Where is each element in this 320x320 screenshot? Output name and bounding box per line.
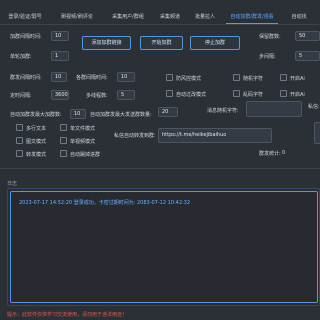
- stop-join-button[interactable]: 停止加群: [190, 36, 240, 50]
- tab-video-comment[interactable]: 刷视频/刷评论: [56, 11, 98, 23]
- auto-kick-checkbox[interactable]: [60, 150, 67, 157]
- auto-modify-checkbox[interactable]: [166, 90, 173, 97]
- single-video-label: 单视频模式: [70, 139, 96, 145]
- each-group-interval-input[interactable]: 10: [117, 72, 135, 82]
- single-video-checkbox[interactable]: [60, 137, 67, 144]
- enable-ai-label-2: 开启Ai: [290, 92, 305, 98]
- garbled-char-checkbox[interactable]: [233, 90, 240, 97]
- tab-auto-find[interactable]: 自动找: [284, 11, 314, 23]
- send-interval-input[interactable]: 10: [51, 72, 67, 82]
- multi-thread-input[interactable]: 5: [117, 90, 135, 100]
- auto-kick-label: 自动踢掉进群: [70, 152, 101, 158]
- multiline-text-label: 多行文本: [26, 126, 47, 132]
- side-input[interactable]: [314, 122, 320, 144]
- anti-risk-checkbox[interactable]: [166, 74, 173, 81]
- join-interval-label: 加群间隔时间:: [10, 34, 42, 40]
- max-join-input[interactable]: 10: [70, 109, 86, 119]
- tab-login[interactable]: 登录/验证/弱号: [4, 11, 46, 23]
- random-char-label: 随机字符: [243, 76, 264, 82]
- footer-notice: 提示：此软件仅供学习交流使用，请勿用于违法用途！: [7, 312, 128, 318]
- start-join-button[interactable]: 开始加群: [140, 36, 183, 50]
- image-text-checkbox[interactable]: [16, 137, 23, 144]
- join-interval-input[interactable]: 10: [51, 31, 69, 41]
- send-stats-value: 0: [282, 150, 286, 156]
- single-file-checkbox[interactable]: [60, 124, 67, 131]
- tab-divider: [0, 24, 320, 25]
- loop-count-input[interactable]: 5: [295, 51, 320, 61]
- forward-mode-checkbox[interactable]: [16, 150, 23, 157]
- scheduled-interval-input[interactable]: 3600: [51, 90, 69, 100]
- garbled-char-label: 乱码字符: [243, 92, 264, 98]
- image-text-label: 图文模式: [26, 139, 47, 145]
- log-textarea[interactable]: 2023-07-17 14:52:20 登录成功，卡密过期时间为: 2083-0…: [10, 191, 318, 303]
- tab-collect-channels[interactable]: 采集频道: [155, 11, 185, 23]
- random-text-label: 消息随机字符:: [207, 108, 239, 114]
- multi-thread-label: 多线程数:: [86, 93, 108, 99]
- enable-ai-checkbox-1[interactable]: [280, 74, 287, 81]
- send-interval-label: 群发间隔时间:: [10, 75, 42, 81]
- pm-forward-label: 私信自动转发到群:: [114, 133, 156, 139]
- tab-batch-invite[interactable]: 批量拉人: [190, 11, 220, 23]
- scheduled-interval-label: 定时间隔:: [10, 93, 32, 99]
- enable-ai-label-1: 开启Ai: [290, 76, 305, 82]
- log-line: 2023-07-17 14:52:20 登录成功，卡密过期时间为: 2083-0…: [19, 200, 191, 206]
- keep-group-input[interactable]: 50: [295, 31, 320, 41]
- max-send-input[interactable]: 20: [158, 107, 178, 117]
- each-group-interval-label: 各群间隔时间:: [76, 75, 108, 81]
- import-group-links-button[interactable]: 添加加群链接: [82, 36, 131, 50]
- auto-modify-label: 自动过改模式: [176, 92, 207, 98]
- per-account-join-input[interactable]: 1: [51, 51, 69, 61]
- tab-collect-users[interactable]: 采集用户/群组: [108, 11, 148, 23]
- max-send-label: 自动加群发最大发送群数量:: [90, 112, 152, 118]
- random-char-checkbox[interactable]: [233, 74, 240, 81]
- keep-group-label: 保留群数:: [259, 34, 281, 40]
- log-panel: 2023-07-17 14:52:20 登录成功，卡密过期时间为: 2083-0…: [7, 188, 320, 306]
- private-message-label: 私信:: [308, 104, 320, 110]
- single-file-label: 单文件模式: [70, 126, 96, 132]
- tab-auto-join[interactable]: 自动加群/群发/观看: [226, 11, 278, 23]
- enable-ai-checkbox-2[interactable]: [280, 90, 287, 97]
- log-title: 日志: [7, 181, 18, 187]
- tab-bar: 登录/验证/弱号 刷视频/刷评论 采集用户/群组 采集频道 批量拉人 自动加群/…: [0, 11, 320, 23]
- loop-count-label: 步间隔:: [259, 54, 276, 60]
- section-divider: [0, 168, 320, 169]
- random-text-input[interactable]: [246, 101, 302, 117]
- per-account-join-label: 单轮加群:: [10, 54, 32, 60]
- pm-forward-link-input[interactable]: https://t.me/heikejibaihuo: [158, 128, 272, 143]
- anti-risk-label: 防风控模式: [176, 76, 202, 82]
- send-stats-label: 群发统计:: [259, 151, 281, 157]
- max-join-label: 自动加群发最大加群数:: [10, 112, 62, 118]
- multiline-text-checkbox[interactable]: [16, 124, 23, 131]
- forward-mode-label: 转发模式: [26, 152, 47, 158]
